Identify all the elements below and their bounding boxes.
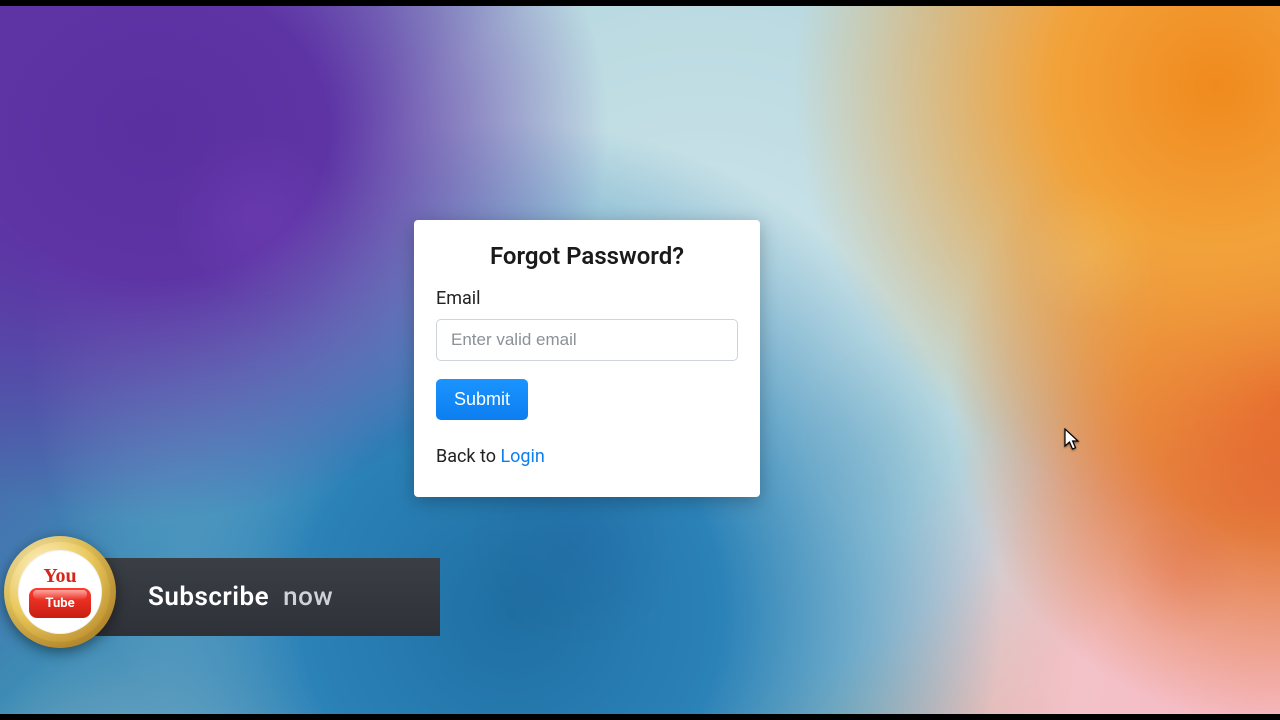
submit-button[interactable]: Submit — [436, 379, 528, 420]
youtube-tube-text: Tube — [45, 596, 74, 611]
forgot-password-card: Forgot Password? Email Submit Back to Lo… — [414, 220, 760, 497]
email-label: Email — [436, 288, 738, 309]
now-text: now — [283, 582, 333, 612]
youtube-tube-pill: Tube — [29, 588, 91, 618]
back-to-login-row: Back to Login — [436, 446, 738, 467]
letterbox-bottom — [0, 714, 1280, 720]
youtube-icon: You Tube — [18, 550, 102, 634]
letterbox-top — [0, 0, 1280, 6]
youtube-badge[interactable]: You Tube — [4, 536, 116, 648]
youtube-you-text: You — [43, 566, 76, 586]
email-field[interactable] — [436, 319, 738, 361]
subscribe-bar[interactable]: Subscribe now — [60, 558, 440, 636]
subscribe-text: Subscribe — [148, 582, 269, 612]
card-title: Forgot Password? — [436, 242, 738, 270]
back-prefix: Back to — [436, 446, 500, 467]
login-link[interactable]: Login — [500, 446, 544, 467]
youtube-subscribe-overlay: Subscribe now You Tube — [0, 558, 440, 636]
